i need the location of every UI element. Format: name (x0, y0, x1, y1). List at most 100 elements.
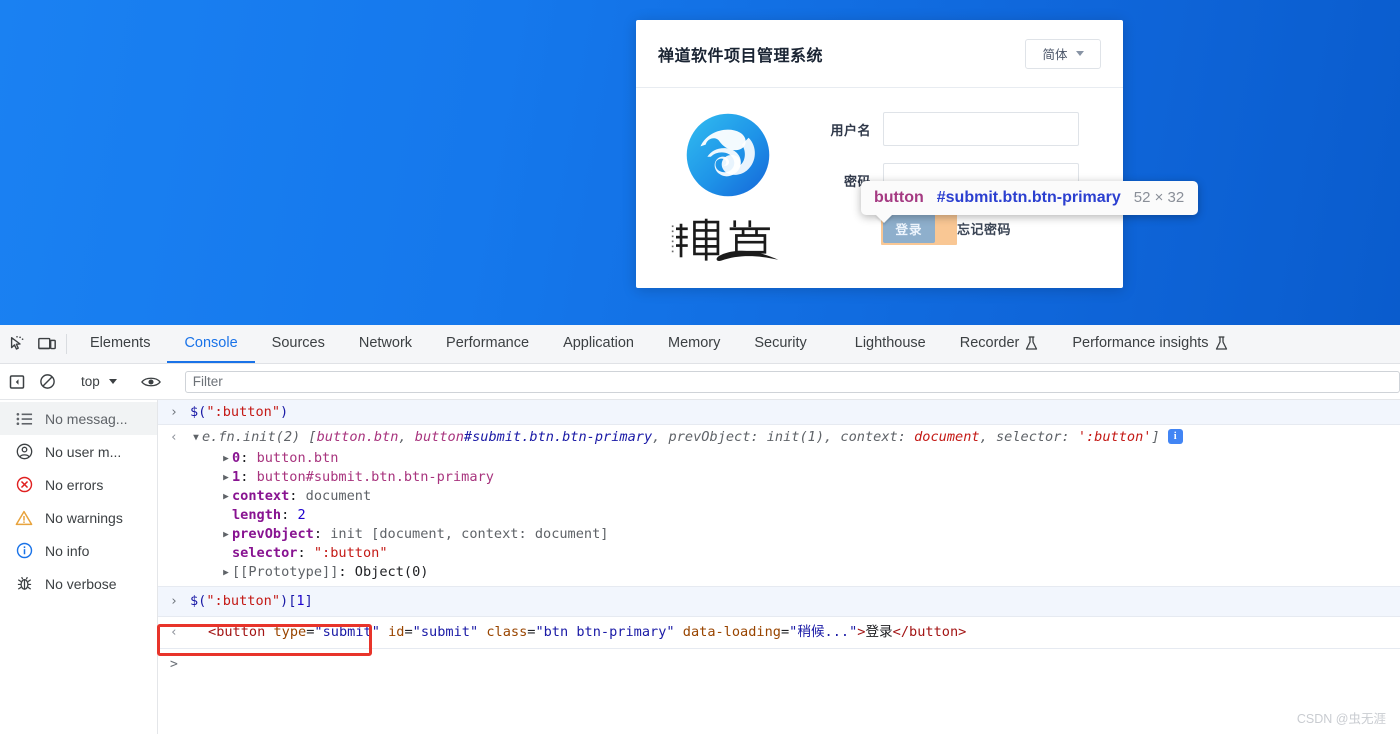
console-result-line-1: ‹ ▼ e.fn.init(2) [button.btn, button#sub… (158, 425, 1400, 449)
property-0: 0: button.btn (232, 449, 338, 468)
tab-security-label: Security (754, 335, 807, 351)
html-attr-class: class (486, 624, 528, 640)
sidebar-item-verbose[interactable]: No verbose (0, 567, 157, 600)
tab-application[interactable]: Application (546, 325, 651, 363)
property-1-sep: : (240, 469, 257, 485)
sidebar-toggle-icon[interactable] (2, 374, 32, 390)
expand-triangle-closed[interactable]: ▶ (220, 449, 232, 468)
chevron-down-icon (1075, 51, 1084, 56)
console-input-line-1[interactable]: › $(":button") (158, 400, 1400, 425)
page-title: 禅道软件项目管理系统 (658, 47, 824, 65)
execution-context-selector[interactable]: top (73, 371, 125, 393)
sidebar-item-user-messages[interactable]: No user m... (0, 435, 157, 468)
tab-performance-insights[interactable]: Performance insights (1055, 325, 1244, 363)
warning-icon (14, 508, 34, 528)
console-expression-2: $(":button")[1] (190, 592, 313, 611)
list-icon (14, 409, 34, 429)
language-select-button[interactable]: 简体 (1025, 38, 1101, 69)
tooltip-arrow (875, 214, 893, 223)
console-expression-1: $(":button") (190, 403, 288, 422)
result-sel-key: selector: (995, 428, 1070, 445)
console-prompt-line[interactable]: > (158, 649, 1400, 677)
property-1-value: button#submit.btn.btn-primary (256, 469, 494, 485)
inspect-element-icon[interactable] (2, 325, 32, 363)
console-html-result: <button type="submit" id="submit" class=… (208, 624, 967, 640)
expand-triangle-open[interactable]: ▼ (190, 428, 202, 447)
watermark: CSDN @虫无涯 (1296, 712, 1386, 726)
result-item-1-sel: #submit.btn.btn-primary (463, 428, 653, 445)
console-property-6: ▶ [[Prototype]]: Object(0) (158, 563, 1400, 587)
info-icon (14, 541, 34, 561)
result-ctx-val: document (914, 428, 980, 445)
login-card: 禅道软件项目管理系统 简体 用户名 密码 登录 忘记密码 (636, 20, 1123, 288)
input-prompt-arrow: › (170, 404, 178, 420)
result-prev-key: prevObject: (668, 428, 759, 445)
tab-lighthouse[interactable]: Lighthouse (838, 325, 943, 363)
tab-recorder[interactable]: Recorder (943, 325, 1056, 363)
tab-console[interactable]: Console (167, 325, 255, 363)
sidebar-item-info-label: No info (45, 542, 90, 559)
tab-performance[interactable]: Performance (429, 325, 546, 363)
html-attr-id: id (388, 624, 405, 640)
result-prev-val: init(1) (766, 428, 825, 445)
info-badge-icon[interactable]: i (1167, 429, 1183, 444)
tab-sources[interactable]: Sources (255, 325, 342, 363)
property-3-sep: : (281, 507, 298, 523)
tooltip-tag-name: button (874, 189, 924, 206)
element-inspect-tooltip: button #submit.btn.btn-primary 52 × 32 (861, 181, 1199, 223)
sidebar-item-messages[interactable]: No messag... (0, 402, 157, 435)
result-sep-2: , (652, 428, 669, 445)
result-sel-val: ':button' (1077, 428, 1152, 445)
result-sep-4: , (979, 428, 996, 445)
property-6: [[Prototype]]: Object(0) (232, 563, 428, 582)
brand-column (636, 104, 819, 286)
tab-memory[interactable]: Memory (651, 325, 737, 363)
html-val-id: "submit" (412, 624, 479, 640)
property-3-value: 2 (297, 507, 306, 523)
username-input[interactable] (883, 112, 1079, 146)
sidebar-item-errors[interactable]: No errors (0, 468, 157, 501)
property-0-key: 0 (232, 450, 241, 466)
console-filter-input[interactable] (184, 370, 1400, 393)
html-close-tag: </button> (892, 624, 967, 640)
property-6-sep: : (338, 564, 355, 580)
tab-application-label: Application (563, 335, 634, 351)
console-result-line-2: ‹ <button type="submit" id="submit" clas… (158, 617, 1400, 649)
html-attr-dataloading: data-loading (682, 624, 781, 640)
sidebar-item-warnings[interactable]: No warnings (0, 501, 157, 534)
tab-network[interactable]: Network (342, 325, 429, 363)
browser-page-viewport: 禅道软件项目管理系统 简体 用户名 密码 登录 忘记密码 button #sub… (0, 0, 1400, 325)
console-input-line-2[interactable]: › $(":button")[1] (158, 587, 1400, 617)
tab-security[interactable]: Security (737, 325, 823, 363)
clear-console-icon[interactable] (32, 373, 62, 390)
expand-triangle-closed[interactable]: ▶ (220, 487, 232, 506)
expr-close-2: )[ (280, 593, 297, 609)
tab-group-gap (824, 325, 838, 363)
expand-triangle-closed[interactable]: ▶ (220, 563, 232, 582)
username-label: 用户名 (830, 122, 871, 138)
console-log-area[interactable]: › $(":button") ‹ ▼ e.fn.init(2) [button.… (158, 400, 1400, 734)
property-4: prevObject: init [document, context: doc… (232, 525, 608, 544)
console-property-4: ▶ prevObject: init [document, context: d… (158, 525, 1400, 544)
live-expression-eye-icon[interactable] (136, 375, 166, 389)
property-5: selector: ":button" (232, 544, 388, 563)
property-5-value: ":button" (313, 545, 388, 561)
expand-triangle-closed[interactable]: ▶ (220, 525, 232, 544)
console-toolbar: top (0, 364, 1400, 400)
forgot-password-link[interactable]: 忘记密码 (957, 219, 1011, 238)
sidebar-item-info[interactable]: No info (0, 534, 157, 567)
input-prompt-arrow: › (170, 594, 178, 609)
expr-close-1: ) (280, 403, 289, 420)
tab-recorder-label: Recorder (959, 335, 1020, 351)
flask-icon (1026, 335, 1038, 350)
chevron-down-icon (108, 379, 117, 384)
user-icon (14, 442, 34, 462)
property-6-value: Object(0) (354, 564, 429, 580)
device-toolbar-icon[interactable] (32, 325, 62, 363)
html-tag-name: button (216, 624, 266, 640)
property-0-sep: : (240, 450, 257, 466)
tab-sources-label: Sources (271, 335, 325, 351)
expand-triangle-closed[interactable]: ▶ (220, 468, 232, 487)
tab-elements[interactable]: Elements (73, 325, 167, 363)
tab-memory-label: Memory (668, 335, 721, 351)
